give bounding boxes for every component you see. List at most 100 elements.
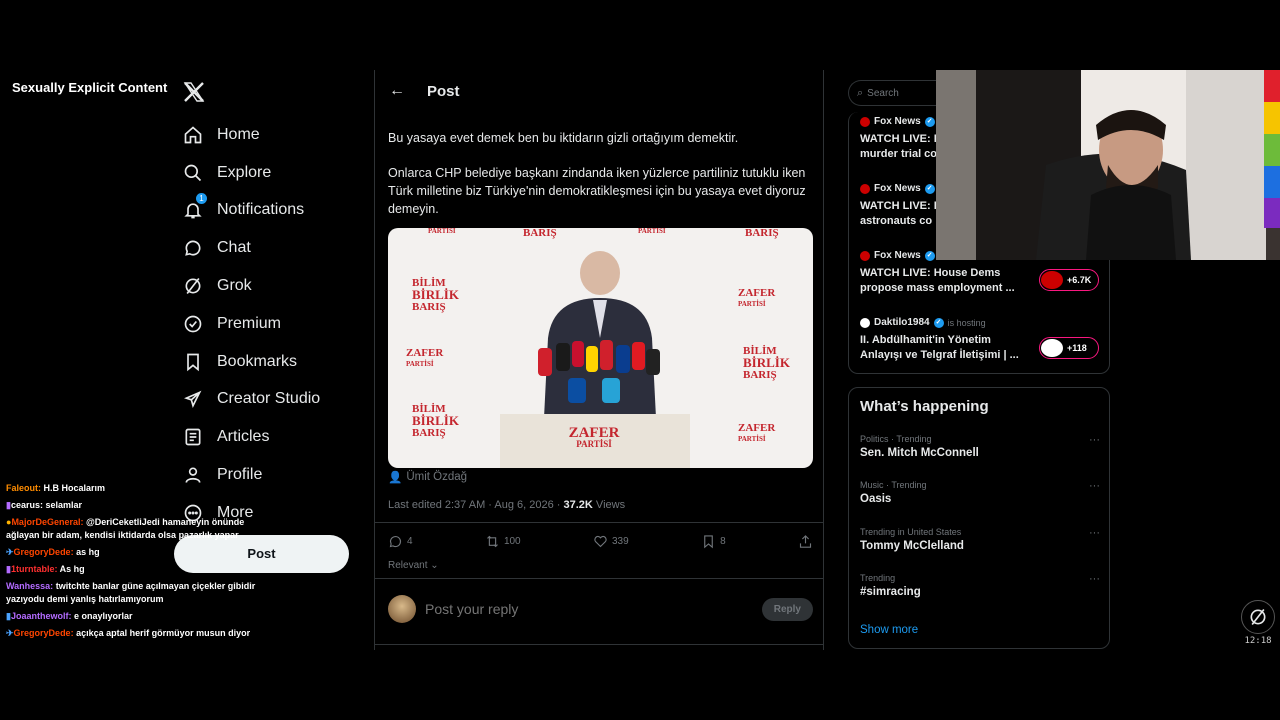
chat-message: ✈GregoryDede: açıkça aptal herif görmüyo… bbox=[6, 627, 276, 640]
chat-username: MajorDeGeneral: bbox=[11, 517, 84, 527]
chat-icon bbox=[182, 237, 204, 259]
more-options-icon[interactable]: ··· bbox=[1089, 434, 1100, 446]
bookmark-action[interactable]: 8 bbox=[701, 534, 726, 549]
chat-text: H.B Hocalarım bbox=[43, 483, 106, 493]
like-action[interactable]: 339 bbox=[593, 534, 629, 549]
chat-badge-icon: ✈ bbox=[6, 547, 14, 557]
bell-icon: 1 bbox=[182, 193, 207, 221]
x-logo-icon[interactable] bbox=[182, 80, 206, 104]
reply-icon bbox=[389, 536, 402, 548]
divider bbox=[375, 522, 823, 523]
nav-item-label: Bookmarks bbox=[217, 352, 298, 370]
chat-message: Faleout: H.B Hocalarım bbox=[6, 482, 276, 495]
show-more-link[interactable]: Show more bbox=[860, 624, 918, 636]
more-options-icon[interactable]: ··· bbox=[1089, 480, 1100, 492]
nav-item-label: Creator Studio bbox=[217, 390, 321, 408]
avatar bbox=[860, 183, 870, 194]
post-header: ← Post bbox=[389, 82, 460, 100]
rocket-icon bbox=[182, 388, 204, 410]
verified-icon: ✓ bbox=[924, 183, 935, 194]
reply-button[interactable]: Reply bbox=[761, 597, 813, 621]
lectern-logo-text: ZAFER PARTİSİ bbox=[568, 425, 620, 450]
chat-message: ✈GregoryDede: as hg bbox=[6, 546, 276, 559]
nav-item-explore[interactable]: Explore bbox=[182, 154, 362, 192]
listener-count-pill[interactable]: +6.7K bbox=[1039, 269, 1099, 291]
post-actions: 4 100 339 8 bbox=[388, 534, 813, 549]
avatar bbox=[860, 116, 870, 127]
nav-item-home[interactable]: Home bbox=[182, 116, 362, 154]
nav-item-label: Notifications bbox=[217, 201, 305, 219]
more-options-icon[interactable]: ··· bbox=[1089, 527, 1100, 539]
nav-item-creator-studio[interactable]: Creator Studio bbox=[182, 381, 362, 419]
repost-action[interactable]: 100 bbox=[485, 534, 521, 549]
post-text: Onlarca CHP belediye başkanı zindanda ik… bbox=[388, 166, 806, 216]
search-icon: ⌕ bbox=[857, 86, 864, 99]
chat-text: As hg bbox=[59, 564, 85, 574]
heart-icon bbox=[594, 535, 607, 548]
search-input[interactable]: ⌕ Search bbox=[848, 80, 938, 106]
back-arrow-icon[interactable]: ← bbox=[389, 82, 405, 100]
share-action[interactable] bbox=[798, 534, 813, 549]
live-title: WATCH LIVE: House Dems propose mass emplo… bbox=[860, 267, 1015, 294]
reply-action[interactable]: 4 bbox=[388, 534, 413, 549]
grok-icon bbox=[1241, 600, 1275, 634]
live-title: II. Abdülhamit'in Yönetim Anlayışı ve Tel… bbox=[860, 334, 1019, 361]
chat-text: e onaylıyorlar bbox=[73, 611, 133, 621]
chat-username: GregoryDede: bbox=[13, 547, 74, 557]
bookmark-icon bbox=[704, 535, 713, 549]
grok-icon bbox=[182, 275, 204, 297]
nav-item-label: Premium bbox=[217, 314, 282, 332]
repost-icon bbox=[487, 535, 498, 548]
page-title: Post bbox=[427, 82, 460, 100]
stream-chat-overlay: Faleout: H.B Hocalarım ▮cearus: selamlar… bbox=[6, 482, 276, 644]
sidebar-nav: Home Explore 1 Notifications Chat Grok P… bbox=[182, 116, 362, 532]
avatar bbox=[860, 317, 870, 328]
nav-item-label: Chat bbox=[217, 239, 251, 257]
chat-username: 1turntable: bbox=[10, 564, 58, 574]
nav-item-label: Explore bbox=[217, 163, 272, 181]
whats-happening-panel: What’s happening Politics · Trending Sen… bbox=[848, 387, 1110, 649]
share-icon bbox=[799, 535, 812, 548]
nav-item-chat[interactable]: Chat bbox=[182, 229, 362, 267]
more-options-icon[interactable]: ··· bbox=[1089, 573, 1100, 585]
verified-icon: ✓ bbox=[924, 250, 935, 261]
chat-message: ▮cearus: selamlar bbox=[6, 499, 276, 512]
nav-item-bookmarks[interactable]: Bookmarks bbox=[182, 343, 362, 381]
reply-input[interactable] bbox=[425, 601, 762, 617]
chat-username: GregoryDede: bbox=[13, 628, 74, 638]
avatar bbox=[1041, 339, 1063, 357]
trend-item[interactable]: Music · Trending Oasis ··· bbox=[860, 480, 1100, 505]
chat-username: Faleout: bbox=[6, 483, 41, 493]
nav-item-premium[interactable]: Premium bbox=[182, 305, 362, 343]
trend-item[interactable]: Politics · Trending Sen. Mitch McConnell… bbox=[860, 434, 1100, 459]
post-text: Bu yasaya evet demek ben bu iktidarın gi… bbox=[388, 131, 739, 145]
post-image[interactable]: PARTİSİ BARIŞ PARTİSİ BARIŞ BİLİM BİRLİK B… bbox=[388, 228, 813, 468]
verified-icon bbox=[182, 313, 204, 335]
chevron-down-icon: ⌄ bbox=[427, 560, 439, 571]
webcam-feed-image bbox=[936, 70, 1280, 260]
avatar bbox=[1041, 271, 1063, 289]
article-icon bbox=[182, 426, 204, 448]
nav-item-grok[interactable]: Grok bbox=[182, 267, 362, 305]
nav-item-label: Grok bbox=[217, 277, 252, 295]
content-warning-label: Sexually Explicit Content bbox=[0, 78, 182, 98]
nav-item-notifications[interactable]: 1 Notifications bbox=[182, 192, 362, 230]
chat-message: ●MajorDeGeneral: @DeriCeketliJedi hamane… bbox=[6, 516, 276, 542]
trend-item[interactable]: Trending in United States Tommy McClella… bbox=[860, 527, 1100, 552]
nav-item-articles[interactable]: Articles bbox=[182, 418, 362, 456]
grok-floating-button[interactable]: 12:18 bbox=[1238, 600, 1278, 648]
avatar bbox=[860, 250, 870, 261]
home-icon bbox=[182, 124, 204, 146]
person-icon: 👤 bbox=[388, 472, 403, 484]
chat-username: Wanhessa: bbox=[6, 581, 54, 591]
image-caption: 👤 Ümit Özdağ bbox=[388, 471, 468, 484]
listener-count-pill[interactable]: +118 bbox=[1039, 337, 1099, 359]
sort-dropdown[interactable]: Relevant ⌄ bbox=[388, 560, 439, 571]
section-title: What’s happening bbox=[860, 398, 989, 415]
chat-text: as hg bbox=[76, 547, 100, 557]
chat-username: cearus: bbox=[10, 500, 43, 510]
avatar bbox=[388, 595, 416, 623]
trend-item[interactable]: Trending #simracing ··· bbox=[860, 573, 1100, 598]
chat-username: Joaanthewolf: bbox=[10, 611, 72, 621]
divider bbox=[375, 578, 823, 579]
